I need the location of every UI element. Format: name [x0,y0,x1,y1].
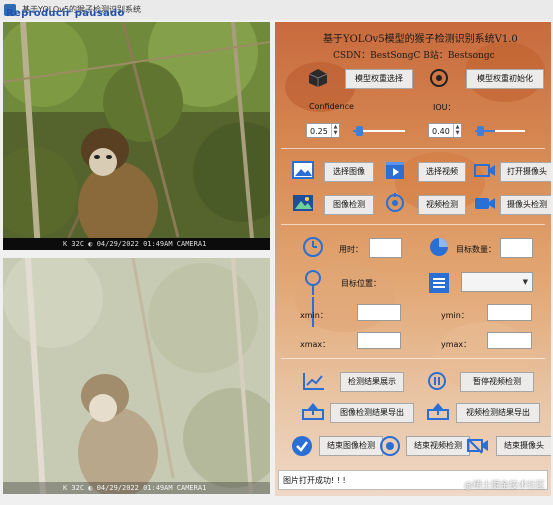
export-video-results-button[interactable]: 视频检测结果导出 [456,403,540,423]
spin-arrows-icon[interactable]: ▲ ▼ [331,124,339,137]
line-chart-icon [303,373,324,390]
video-detect-button[interactable]: 视频检测 [418,195,466,215]
camera-detect-icon [475,198,495,209]
confidence-value: 0.25 [310,127,328,136]
ymin-field [487,304,532,321]
select-video-button[interactable]: 选择视频 [418,162,466,182]
open-camera-button[interactable]: 打开摄像头 [500,162,551,182]
play-video-icon [386,162,404,179]
show-results-button[interactable]: 检测结果展示 [340,372,404,392]
iou-slider[interactable] [475,126,525,136]
divider [281,358,545,359]
iou-value: 0.40 [432,127,450,136]
location-pin-icon [305,270,321,295]
detection-video-view: K 32C ◐ 04/29/2022 01:49AM CAMERA1 [3,258,270,494]
image-detect-button[interactable]: 图像检测 [324,195,374,215]
target-count-field [500,238,533,258]
video-caption: K 32C ◐ 04/29/2022 01:49AM CAMERA1 [3,482,270,494]
pie-chart-icon [430,238,448,256]
playback-overlay-text: Reproducir pausado [6,8,125,19]
slider-handle[interactable] [477,126,484,136]
target-position-label: 目标位置： [341,279,381,288]
timer-icon [303,237,323,257]
video-detect-icon [386,193,404,212]
panel-subtitle: CSDN：BestSongC B站：Bestsongc [333,51,495,61]
control-panel: 基于YOLOv5模型的猴子检测识别系统V1.0 CSDN：BestSongC B… [275,22,551,496]
upload-icon [302,403,324,420]
spin-arrows-icon[interactable]: ▲ ▼ [453,124,461,137]
slider-handle[interactable] [356,126,363,136]
time-field [369,238,402,258]
xmin-label: xmin： [300,311,328,320]
video-caption: K 32C ◐ 04/29/2022 01:49AM CAMERA1 [3,238,270,250]
divider [281,148,545,149]
confidence-slider[interactable] [353,126,405,136]
target-select-dropdown[interactable]: ▼ [461,272,533,292]
ymax-field [487,332,532,349]
init-weights-button[interactable]: 模型权重初始化 [466,69,544,89]
forest-scene [3,22,270,250]
list-icon [429,273,449,293]
pause-video-detect-button[interactable]: 暂停视频检测 [460,372,534,392]
iou-spinbox[interactable]: 0.40 ▲ ▼ [428,123,462,138]
export-image-results-button[interactable]: 图像检测结果导出 [330,403,414,423]
xmax-field [357,332,401,349]
target-icon [430,69,448,87]
footer-watermark: @稀土掘金技术社区 [463,481,545,491]
pause-icon [428,372,446,390]
select-weights-button[interactable]: 模型权重选择 [345,69,413,89]
ymax-label: ymax： [441,340,472,349]
chevron-down-icon[interactable]: ▼ [523,278,528,286]
image-icon [292,161,314,179]
cube-icon [308,69,328,87]
time-label: 用时： [339,245,363,254]
target-count-label: 目标数量： [456,245,496,254]
confidence-label: Confidence [309,102,354,111]
end-video-detect-button[interactable]: 结束视频检测 [406,436,470,456]
camera-off-icon [467,438,488,454]
upload-icon [427,403,449,420]
forest-scene-faded [3,258,270,494]
xmin-field [357,304,401,321]
main-window: 基于YOLOv5的猴子检测识别系统 K 32C ◐ 04/29/2022 01:… [0,0,553,505]
image-detect-icon [293,195,313,211]
iou-label: IOU： [433,103,456,112]
ymin-label: ymin： [441,311,469,320]
select-image-button[interactable]: 选择图像 [324,162,374,182]
original-video-view: K 32C ◐ 04/29/2022 01:49AM CAMERA1 [3,22,270,250]
xmax-label: xmax： [300,340,331,349]
panel-title: 基于YOLOv5模型的猴子检测识别系统V1.0 [323,34,518,45]
end-image-detect-button[interactable]: 结束图像检测 [319,436,383,456]
confidence-spinbox[interactable]: 0.25 ▲ ▼ [306,123,340,138]
stop-circle-icon [380,436,400,456]
end-camera-button[interactable]: 结束摄像头 [496,436,551,456]
check-circle-icon [292,436,312,456]
camera-detect-button[interactable]: 摄像头检测 [500,195,551,215]
divider [281,224,545,225]
camera-icon [474,164,495,177]
